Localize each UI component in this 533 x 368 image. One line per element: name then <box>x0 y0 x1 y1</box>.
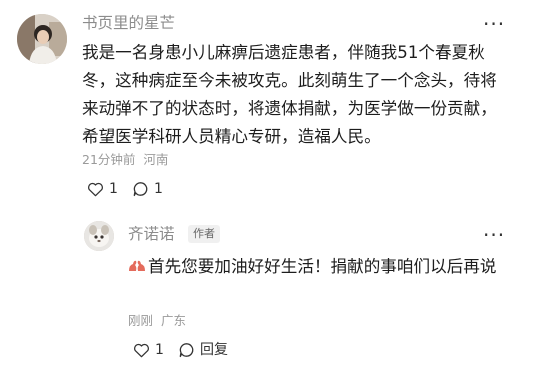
reply-more-options-icon[interactable]: ··· <box>483 225 505 245</box>
reply-text-content: 首先您要加油好好生活！捐献的事咱们以后再说 <box>148 257 497 276</box>
more-options-icon[interactable]: ··· <box>483 14 505 34</box>
comment-reply-count: 1 <box>154 181 163 197</box>
comment-text: 我是一名身患小儿麻痹后遗症患者，伴随我51个春夏秋冬，这种病症至今未被攻克。此刻… <box>82 43 497 146</box>
reply-avatar[interactable] <box>84 221 114 251</box>
comment-time: 21分钟前 <box>82 152 136 167</box>
reply-location: 广东 <box>161 313 187 328</box>
heart-outline-icon <box>87 181 109 197</box>
reply-text: 首先您要加油好好生活！捐献的事咱们以后再说 <box>128 253 508 283</box>
reply-button-label: 回复 <box>200 342 228 358</box>
comment-bubble-icon <box>132 181 154 197</box>
flexed-biceps-icon <box>128 255 146 283</box>
reply-reply-button[interactable]: 回复 <box>178 341 228 359</box>
author-badge: 作者 <box>188 225 220 243</box>
reply-like-button[interactable]: 1 <box>133 341 164 359</box>
reply-time: 刚刚 <box>128 313 154 328</box>
comment-reply-button[interactable]: 1 <box>132 180 163 198</box>
comment-meta: 21分钟前 河南 <box>82 152 168 168</box>
comment-location: 河南 <box>143 152 169 167</box>
reply-username[interactable]: 齐诺诺 <box>128 224 175 244</box>
heart-outline-icon <box>133 342 155 358</box>
comment-like-button[interactable]: 1 <box>87 180 118 198</box>
reply-like-count: 1 <box>155 342 164 358</box>
commenter-username[interactable]: 书页里的星芒 <box>82 13 175 33</box>
comment-like-count: 1 <box>109 181 118 197</box>
commenter-avatar[interactable] <box>17 14 67 64</box>
reply-meta: 刚刚 广东 <box>128 313 186 329</box>
comment-bubble-icon <box>178 342 200 358</box>
